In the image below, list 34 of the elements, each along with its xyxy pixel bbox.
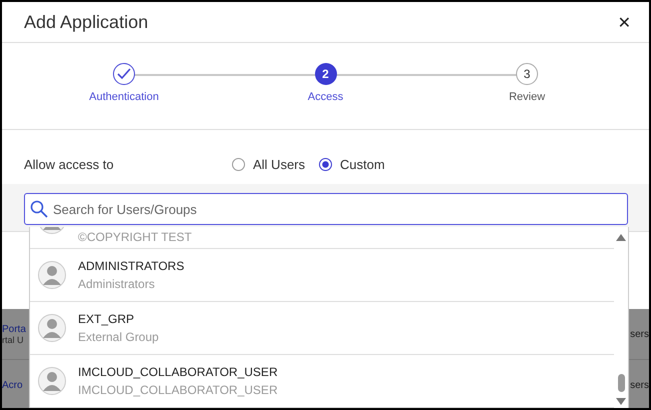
check-icon <box>117 68 131 80</box>
group-description: IMCLOUD_COLLABORATOR_USER <box>78 383 278 397</box>
step-label: Access <box>308 91 344 103</box>
group-name: IMCLOUD_COLLABORATOR_USER <box>78 365 278 379</box>
group-description: Administrators <box>78 277 156 291</box>
radio-option[interactable]: All Users <box>232 156 306 172</box>
group-name: ADMINISTRATORS <box>78 259 184 273</box>
result-item[interactable]: EXT_GRP External Group <box>30 302 614 355</box>
group-name: EXT_GRP <box>78 312 136 326</box>
radio-option[interactable]: Custom <box>319 156 385 172</box>
scroll-up-icon[interactable] <box>616 233 626 241</box>
user-group-icon <box>38 367 66 395</box>
access-type: sers <box>630 328 649 340</box>
field-label: Allow access to <box>24 156 115 172</box>
step-circle: 3 <box>516 63 538 85</box>
step-circle: 2 <box>314 63 336 85</box>
scroll-down-icon[interactable] <box>616 398 626 406</box>
user-group-icon <box>38 261 66 289</box>
close-button[interactable]: ✕ <box>614 10 635 34</box>
search-icon <box>30 200 48 218</box>
dialog-title: Add Application <box>24 12 148 32</box>
app-name: Acro <box>2 380 23 390</box>
step-label: Review <box>508 91 546 103</box>
search-field[interactable]: Search for Users/Groups <box>24 193 628 225</box>
result-item[interactable]: IMCLOUD_COLLABORATOR_USER IMCLOUD_COLLABORATOR_USER <box>30 355 614 408</box>
scroll-thumb[interactable] <box>618 374 624 392</box>
app-name: Porta <box>2 324 26 334</box>
access-type: sers <box>630 380 649 390</box>
result-item[interactable]: ADMINISTRATORS Administrators <box>30 249 614 302</box>
app-description: rtal U <box>2 334 25 344</box>
group-description: External Group <box>78 330 159 344</box>
group-description: ©COPYRIGHT TEST <box>78 230 192 244</box>
user-group-icon <box>38 314 66 342</box>
step-label: Authentication <box>89 91 159 103</box>
